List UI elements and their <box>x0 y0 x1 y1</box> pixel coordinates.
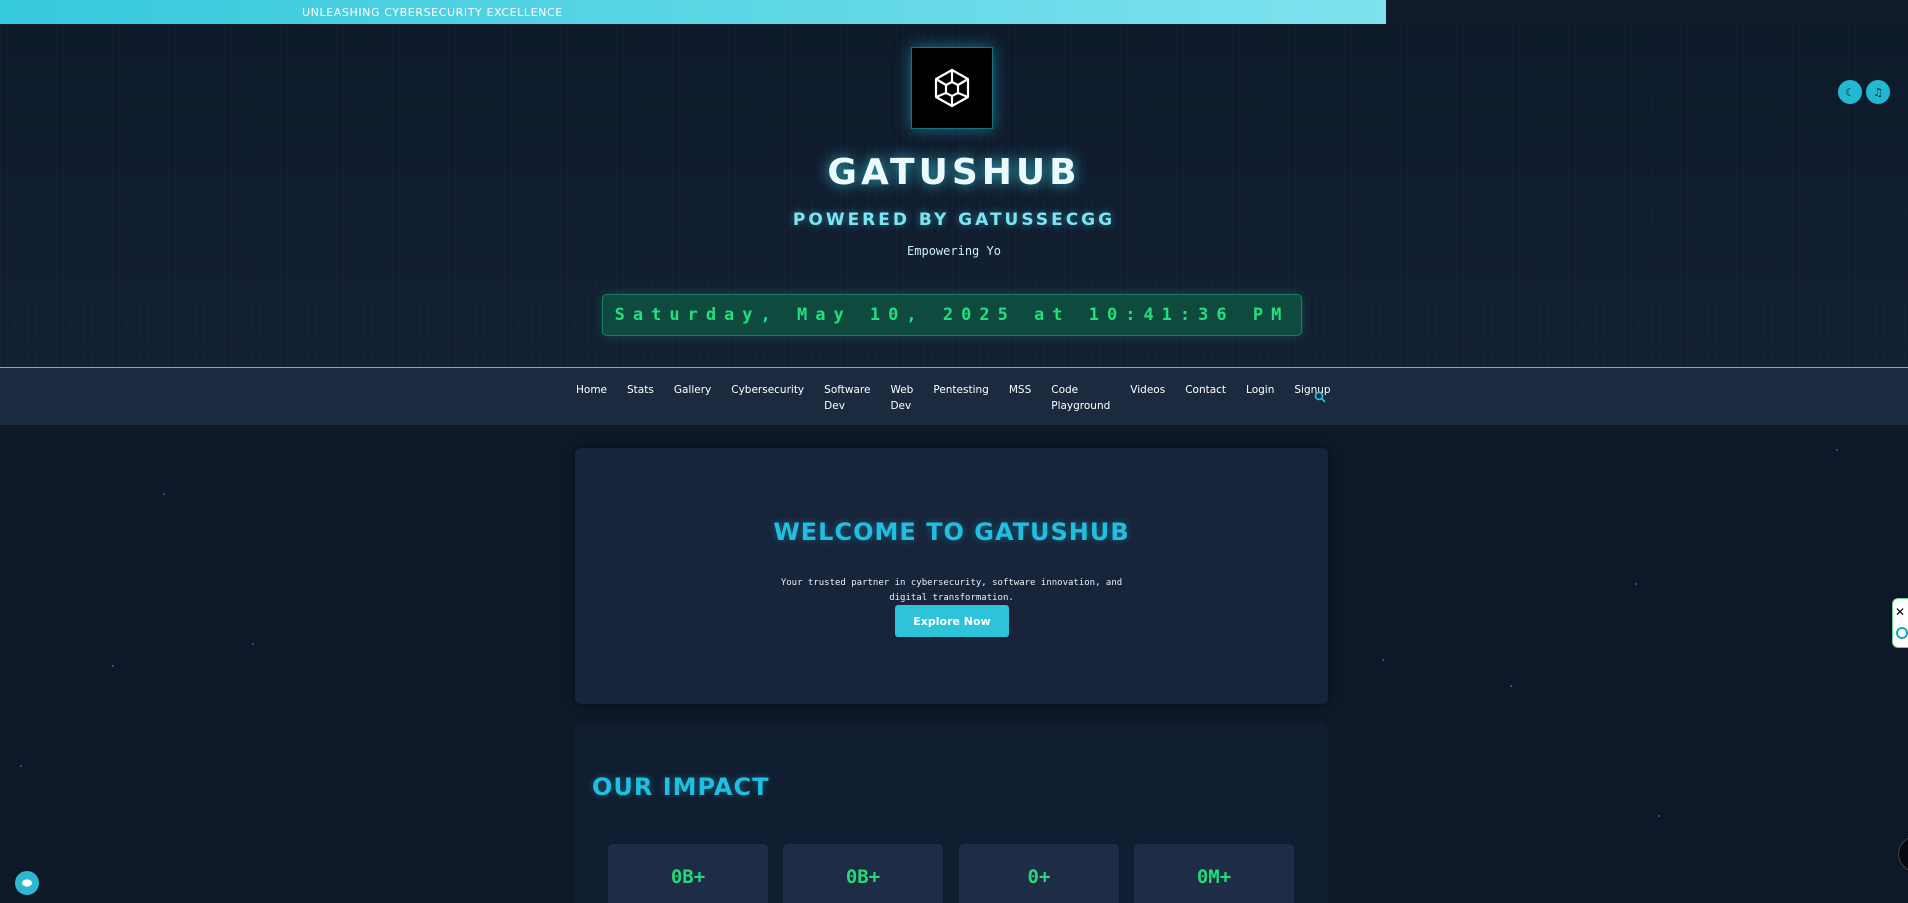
stat-value: 0M+ <box>1196 866 1232 888</box>
background-star <box>252 643 254 645</box>
nav-item-login[interactable]: Login <box>1246 382 1274 414</box>
background-star <box>163 493 165 495</box>
nav-item-contact[interactable]: Contact <box>1185 382 1226 414</box>
stat-card: 0B+ <box>608 844 768 903</box>
nav-item-web-dev[interactable]: Web Dev <box>890 382 913 414</box>
nav-item-videos[interactable]: Videos <box>1130 382 1165 414</box>
nav-item-gallery[interactable]: Gallery <box>674 382 711 414</box>
stat-card: 0M+ <box>1134 844 1294 903</box>
cube-logo-icon <box>934 68 970 108</box>
feedback-icon <box>1896 627 1908 639</box>
nav-item-software-dev[interactable]: Software Dev <box>824 382 870 414</box>
nav-item-code-playground[interactable]: Code Playground <box>1051 382 1110 414</box>
close-icon[interactable]: ✕ <box>1895 605 1905 619</box>
site-subtitle: POWERED BY GATUSSECGG <box>792 210 1116 230</box>
stat-card: 0B+ <box>783 844 943 903</box>
nav-item-stats[interactable]: Stats <box>627 382 654 414</box>
chat-widget-button[interactable] <box>15 871 39 895</box>
stat-value: 0+ <box>1027 866 1051 888</box>
music-toggle-button[interactable]: ♫ <box>1866 80 1890 104</box>
top-toggles: ☾ ♫ <box>1838 80 1890 104</box>
impact-title: OUR IMPACT <box>592 773 770 801</box>
music-note-icon: ♫ <box>1873 85 1883 99</box>
nav-items: Home Stats Gallery Cybersecurity Softwar… <box>576 382 1351 414</box>
background-star <box>1658 815 1660 817</box>
nav-item-pentesting[interactable]: Pentesting <box>933 382 988 414</box>
datetime-display: Saturday, May 10, 2025 at 10:41:36 PM <box>602 294 1302 336</box>
theme-toggle-button[interactable]: ☾ <box>1838 80 1862 104</box>
background-star <box>1382 659 1384 661</box>
main-navigation: Home Stats Gallery Cybersecurity Softwar… <box>0 367 1908 425</box>
chat-bubble-icon <box>22 879 32 887</box>
background-star <box>112 665 114 667</box>
moon-icon: ☾ <box>1845 85 1855 99</box>
welcome-title: WELCOME TO GATUSHUB <box>773 518 1130 546</box>
nav-item-home[interactable]: Home <box>576 382 607 414</box>
background-star <box>20 765 22 767</box>
stat-value: 0B+ <box>845 866 881 888</box>
site-tagline: Empowering Yo <box>907 244 1001 258</box>
search-icon[interactable] <box>1314 391 1326 403</box>
explore-now-button[interactable]: Explore Now <box>895 605 1009 637</box>
background-star <box>1510 685 1512 687</box>
nav-item-cybersecurity[interactable]: Cybersecurity <box>731 382 804 414</box>
stat-card: 0+ <box>959 844 1119 903</box>
stat-value: 0B+ <box>670 866 706 888</box>
welcome-description: Your trusted partner in cybersecurity, s… <box>780 578 1123 603</box>
welcome-section: WELCOME TO GATUSHUB Your trusted partner… <box>575 448 1328 704</box>
site-title: GATUSHUB <box>827 152 1081 193</box>
nav-item-mss[interactable]: MSS <box>1009 382 1031 414</box>
site-header: GATUSHUB POWERED BY GATUSSECGG Empowerin… <box>0 24 1908 368</box>
site-logo[interactable] <box>911 47 993 129</box>
background-star <box>1836 449 1838 451</box>
impact-section: OUR IMPACT 0B+ 0B+ 0+ 0M+ <box>575 723 1328 903</box>
side-feedback-widget[interactable]: ✕ <box>1892 598 1908 648</box>
background-star <box>1635 583 1637 585</box>
banner-text: UNLEASHING CYBERSECURITY EXCELLENCE <box>302 5 563 19</box>
top-banner: UNLEASHING CYBERSECURITY EXCELLENCE <box>0 0 1386 24</box>
